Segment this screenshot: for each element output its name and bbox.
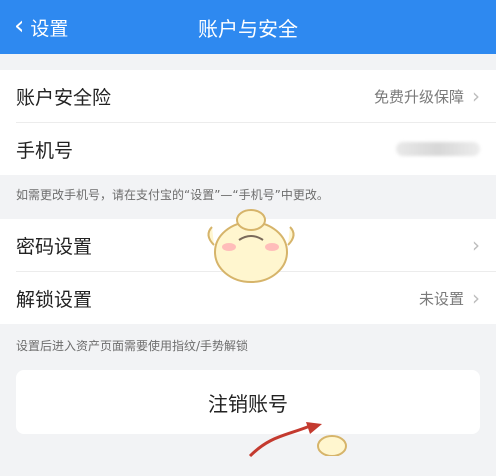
chevron-right-icon: › [472, 84, 480, 108]
small-mascot-icon [317, 435, 347, 456]
account-section: 账户安全险 免费升级保障 › 手机号 [0, 70, 496, 175]
top-bar: ‹ 设置 账户与安全 [0, 0, 496, 54]
phone-number-label: 手机号 [16, 139, 74, 162]
duck-mascot-icon [207, 209, 295, 283]
phone-note: 如需更改手机号，请在支付宝的“设置”—“手机号”中更改。 [16, 188, 329, 202]
logout-label: 注销账号 [208, 391, 288, 416]
phone-number-blurred [396, 142, 480, 156]
unlock-note: 设置后进入资产页面需要使用指纹/手势解锁 [16, 339, 249, 353]
unlock-settings-label: 解锁设置 [16, 288, 93, 311]
account-insurance-label: 账户安全险 [16, 86, 112, 109]
chevron-right-icon: › [472, 233, 480, 257]
unlock-settings-value: 未设置 [418, 289, 464, 308]
phone-number-row[interactable]: 手机号 [0, 123, 496, 175]
account-insurance-row[interactable]: 账户安全险 免费升级保障 › [0, 70, 496, 122]
page-title: 账户与安全 [198, 16, 298, 41]
account-insurance-value: 免费升级保障 [373, 87, 464, 106]
chevron-right-icon: › [472, 286, 480, 310]
